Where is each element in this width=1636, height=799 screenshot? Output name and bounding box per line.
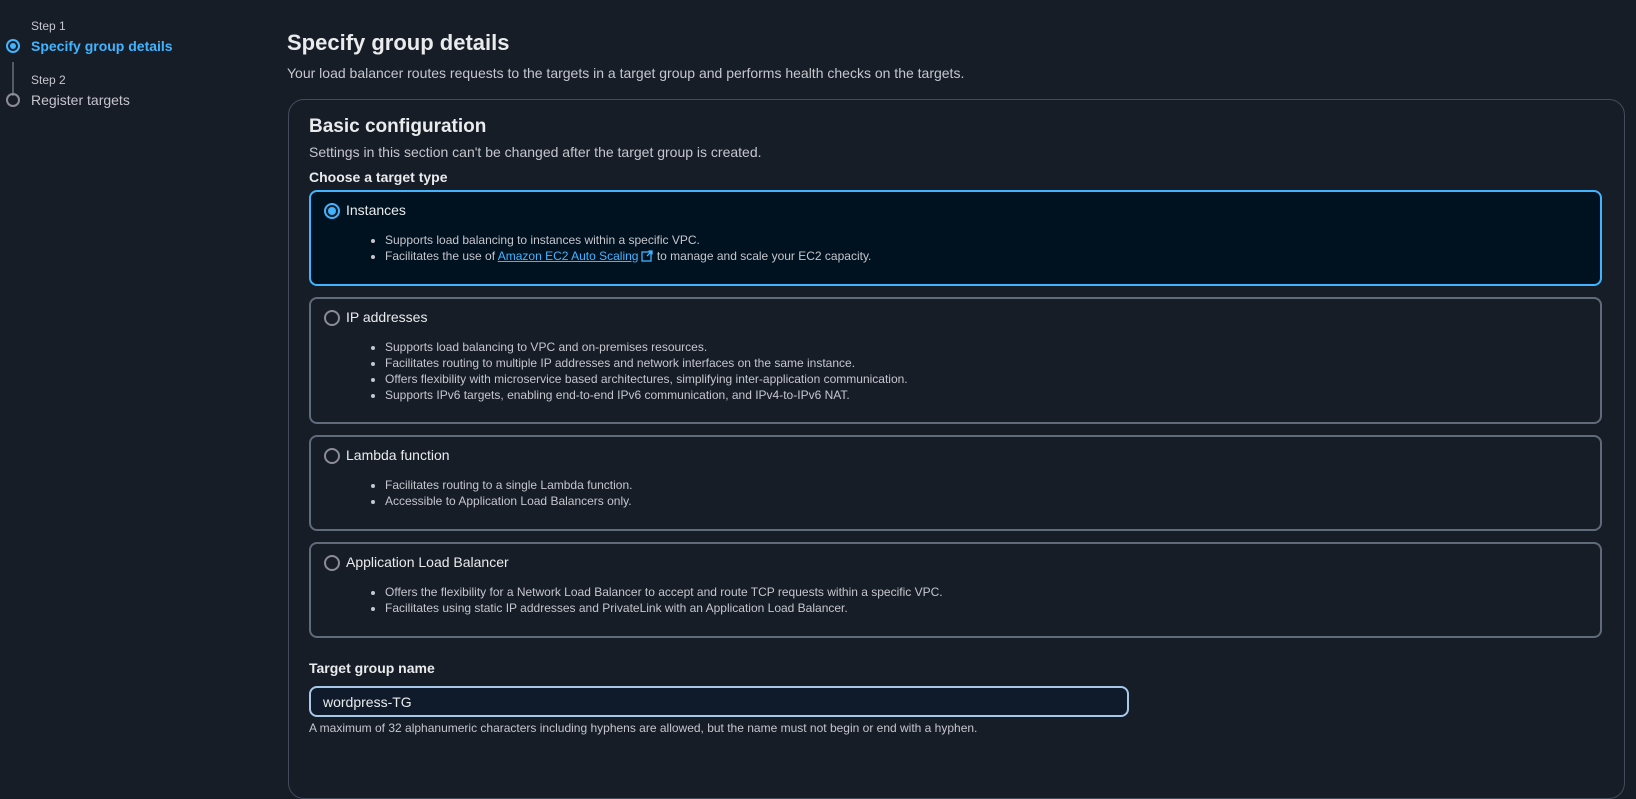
instances-radio[interactable]	[324, 203, 340, 219]
ip-addresses-bullets: Supports load balancing to VPC and on-pr…	[385, 339, 908, 403]
page-title: Specify group details	[287, 30, 510, 55]
list-item: Accessible to Application Load Balancers…	[385, 493, 632, 509]
step-connector	[12, 62, 14, 96]
instances-title: Instances	[346, 202, 406, 218]
alb-radio[interactable]	[324, 555, 340, 571]
panel-title: Basic configuration	[309, 116, 487, 137]
alb-title: Application Load Balancer	[346, 554, 509, 570]
step-2-number: Step 2	[31, 73, 66, 87]
target-type-instances-tile[interactable]: Instances Supports load balancing to ins…	[309, 190, 1602, 286]
list-item: Facilitates using static IP addresses an…	[385, 600, 943, 616]
bullet-suffix: to manage and scale your EC2 capacity.	[653, 249, 872, 263]
list-item: Facilitates routing to multiple IP addre…	[385, 355, 908, 371]
basic-configuration-panel: Basic configuration Settings in this sec…	[288, 99, 1625, 799]
target-type-alb-tile[interactable]: Application Load Balancer Offers the fle…	[309, 542, 1602, 638]
main-content: Specify group details Your load balancer…	[287, 0, 1636, 799]
target-group-name-input[interactable]	[309, 686, 1129, 717]
list-item: Supports IPv6 targets, enabling end-to-e…	[385, 387, 908, 403]
step-2-title[interactable]: Register targets	[31, 92, 130, 108]
lambda-radio[interactable]	[324, 448, 340, 464]
ip-addresses-radio[interactable]	[324, 310, 340, 326]
ip-addresses-title: IP addresses	[346, 309, 428, 325]
alb-bullets: Offers the flexibility for a Network Loa…	[385, 584, 943, 616]
panel-description: Settings in this section can't be change…	[309, 144, 762, 160]
step-1-active-indicator-icon	[6, 39, 20, 53]
bullet-prefix: Facilitates the use of	[385, 249, 498, 263]
list-item: Facilitates routing to a single Lambda f…	[385, 477, 632, 493]
external-link-icon[interactable]	[641, 250, 654, 262]
list-item: Supports load balancing to instances wit…	[385, 232, 871, 248]
lambda-title: Lambda function	[346, 447, 450, 463]
target-group-name-help: A maximum of 32 alphanumeric characters …	[309, 721, 978, 735]
page-description: Your load balancer routes requests to th…	[287, 65, 965, 81]
target-type-lambda-tile[interactable]: Lambda function Facilitates routing to a…	[309, 435, 1602, 531]
target-type-ip-addresses-tile[interactable]: IP addresses Supports load balancing to …	[309, 297, 1602, 424]
ec2-auto-scaling-link[interactable]: Amazon EC2 Auto Scaling	[498, 249, 639, 263]
step-1-number: Step 1	[31, 19, 66, 33]
target-group-name-label: Target group name	[309, 660, 435, 676]
instances-bullets: Supports load balancing to instances wit…	[385, 232, 871, 264]
step-1-title[interactable]: Specify group details	[31, 38, 173, 54]
list-item: Offers flexibility with microservice bas…	[385, 371, 908, 387]
list-item: Facilitates the use of Amazon EC2 Auto S…	[385, 248, 871, 264]
list-item: Supports load balancing to VPC and on-pr…	[385, 339, 908, 355]
lambda-bullets: Facilitates routing to a single Lambda f…	[385, 477, 632, 509]
list-item: Offers the flexibility for a Network Loa…	[385, 584, 943, 600]
target-type-label: Choose a target type	[309, 169, 448, 185]
step-2-indicator-icon	[6, 93, 20, 107]
wizard-steps-nav: Step 1 Specify group details Step 2 Regi…	[0, 0, 260, 773]
